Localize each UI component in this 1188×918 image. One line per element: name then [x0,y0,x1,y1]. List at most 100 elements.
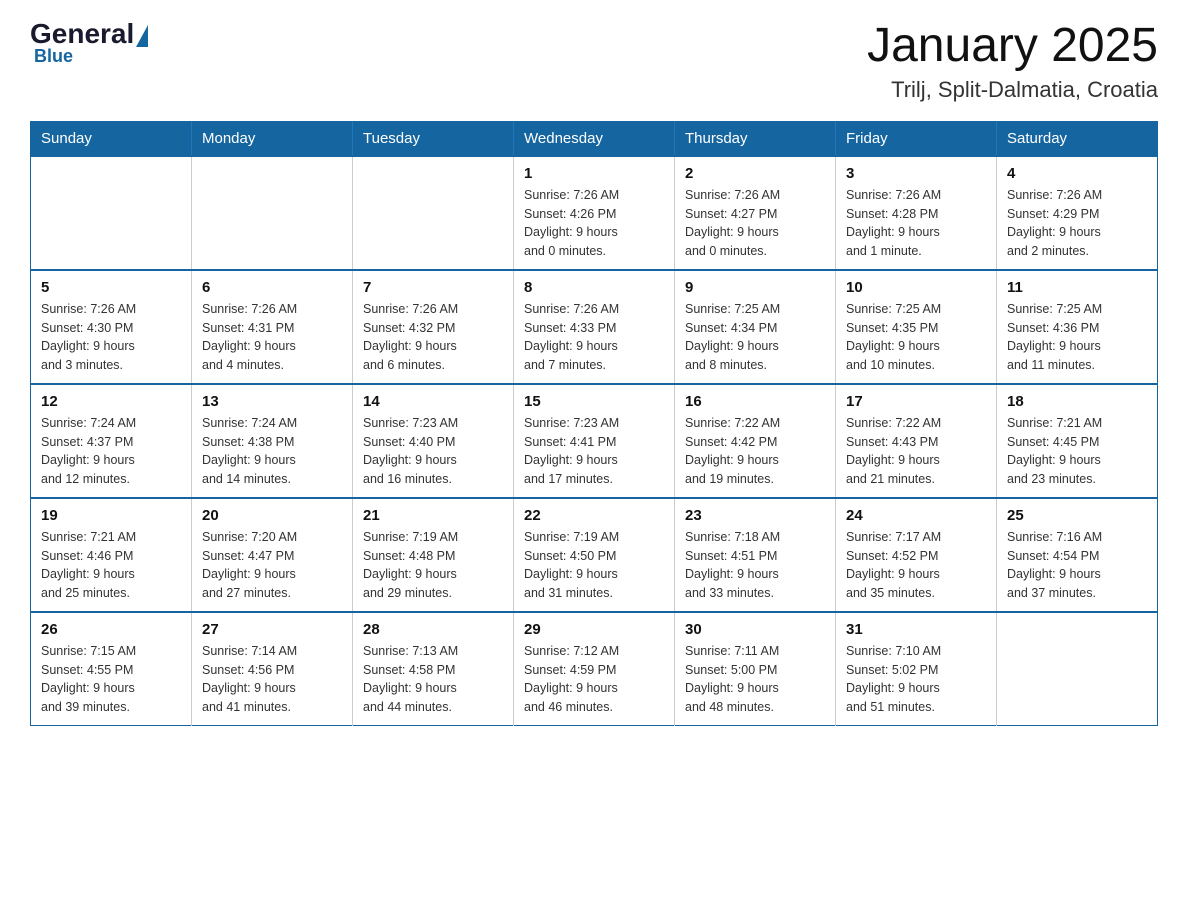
day-info: Sunrise: 7:23 AM Sunset: 4:40 PM Dayligh… [363,414,503,489]
calendar-week-row: 12 Sunrise: 7:24 AM Sunset: 4:37 PM Dayli… [31,384,1158,498]
calendar-cell: 24Sunrise: 7:17 AM Sunset: 4:52 PM Dayli… [836,498,997,612]
calendar-cell: 26Sunrise: 7:15 AM Sunset: 4:55 PM Dayli… [31,612,192,726]
day-info: Sunrise: 7:20 AM Sunset: 4:47 PM Dayligh… [202,528,342,603]
day-info: Sunrise: 7:22 AM Sunset: 4:43 PM Dayligh… [846,414,986,489]
day-info: Sunrise: 7:24 AM Sunset: 4:38 PM Dayligh… [202,414,342,489]
calendar-cell: 10Sunrise: 7:25 AM Sunset: 4:35 PM Dayli… [836,270,997,384]
day-number: 7 [363,279,503,296]
day-number: 9 [685,279,825,296]
calendar-cell [353,156,514,270]
calendar-header-row: SundayMondayTuesdayWednesdayThursdayFrid… [31,121,1158,156]
day-info: Sunrise: 7:26 AM Sunset: 4:32 PM Dayligh… [363,300,503,375]
day-number: 31 [846,621,986,638]
day-info: Sunrise: 7:11 AM Sunset: 5:00 PM Dayligh… [685,642,825,717]
calendar-week-row: 26Sunrise: 7:15 AM Sunset: 4:55 PM Dayli… [31,612,1158,726]
calendar-cell: 19 Sunrise: 7:21 AM Sunset: 4:46 PM Dayli… [31,498,192,612]
day-number: 12 [41,393,181,410]
day-info: Sunrise: 7:10 AM Sunset: 5:02 PM Dayligh… [846,642,986,717]
day-info: Sunrise: 7:24 AM Sunset: 4:37 PM Dayligh… [41,414,181,489]
calendar-cell: 31 Sunrise: 7:10 AM Sunset: 5:02 PM Dayli… [836,612,997,726]
day-info: Sunrise: 7:19 AM Sunset: 4:48 PM Dayligh… [363,528,503,603]
calendar-cell: 6Sunrise: 7:26 AM Sunset: 4:31 PM Daylig… [192,270,353,384]
location-subtitle: Trilj, Split-Dalmatia, Croatia [867,77,1158,103]
logo-blue-text: Blue [34,46,73,67]
day-number: 11 [1007,279,1147,296]
calendar-cell: 8Sunrise: 7:26 AM Sunset: 4:33 PM Daylig… [514,270,675,384]
calendar-day-header: Sunday [31,121,192,156]
calendar-cell [997,612,1158,726]
day-info: Sunrise: 7:25 AM Sunset: 4:35 PM Dayligh… [846,300,986,375]
calendar-cell: 14 Sunrise: 7:23 AM Sunset: 4:40 PM Dayli… [353,384,514,498]
calendar-table: SundayMondayTuesdayWednesdayThursdayFrid… [30,121,1158,726]
calendar-cell: 21 Sunrise: 7:19 AM Sunset: 4:48 PM Dayli… [353,498,514,612]
day-number: 13 [202,393,342,410]
day-info: Sunrise: 7:26 AM Sunset: 4:26 PM Dayligh… [524,186,664,261]
day-info: Sunrise: 7:17 AM Sunset: 4:52 PM Dayligh… [846,528,986,603]
day-info: Sunrise: 7:21 AM Sunset: 4:46 PM Dayligh… [41,528,181,603]
calendar-day-header: Thursday [675,121,836,156]
calendar-week-row: 19 Sunrise: 7:21 AM Sunset: 4:46 PM Dayli… [31,498,1158,612]
day-info: Sunrise: 7:18 AM Sunset: 4:51 PM Dayligh… [685,528,825,603]
day-number: 18 [1007,393,1147,410]
logo-general-text: General [30,20,134,48]
page-header: General Blue January 2025 Trilj, Split-D… [30,20,1158,103]
calendar-cell: 17 Sunrise: 7:22 AM Sunset: 4:43 PM Dayli… [836,384,997,498]
calendar-cell: 15 Sunrise: 7:23 AM Sunset: 4:41 PM Dayli… [514,384,675,498]
calendar-cell: 11 Sunrise: 7:25 AM Sunset: 4:36 PM Dayli… [997,270,1158,384]
day-info: Sunrise: 7:25 AM Sunset: 4:36 PM Dayligh… [1007,300,1147,375]
calendar-week-row: 1 Sunrise: 7:26 AM Sunset: 4:26 PM Daylig… [31,156,1158,270]
calendar-cell: 9Sunrise: 7:25 AM Sunset: 4:34 PM Daylig… [675,270,836,384]
day-number: 19 [41,507,181,524]
day-number: 14 [363,393,503,410]
day-number: 21 [363,507,503,524]
calendar-cell: 4Sunrise: 7:26 AM Sunset: 4:29 PM Daylig… [997,156,1158,270]
calendar-cell: 20Sunrise: 7:20 AM Sunset: 4:47 PM Dayli… [192,498,353,612]
calendar-cell: 12 Sunrise: 7:24 AM Sunset: 4:37 PM Dayli… [31,384,192,498]
day-number: 30 [685,621,825,638]
day-number: 17 [846,393,986,410]
calendar-cell: 7 Sunrise: 7:26 AM Sunset: 4:32 PM Daylig… [353,270,514,384]
day-number: 3 [846,165,986,182]
day-number: 23 [685,507,825,524]
day-info: Sunrise: 7:26 AM Sunset: 4:30 PM Dayligh… [41,300,181,375]
logo: General Blue [30,20,150,67]
day-info: Sunrise: 7:26 AM Sunset: 4:27 PM Dayligh… [685,186,825,261]
title-block: January 2025 Trilj, Split-Dalmatia, Croa… [867,20,1158,103]
calendar-cell: 3 Sunrise: 7:26 AM Sunset: 4:28 PM Daylig… [836,156,997,270]
day-info: Sunrise: 7:26 AM Sunset: 4:33 PM Dayligh… [524,300,664,375]
day-info: Sunrise: 7:21 AM Sunset: 4:45 PM Dayligh… [1007,414,1147,489]
calendar-cell [192,156,353,270]
day-info: Sunrise: 7:14 AM Sunset: 4:56 PM Dayligh… [202,642,342,717]
day-number: 25 [1007,507,1147,524]
calendar-week-row: 5 Sunrise: 7:26 AM Sunset: 4:30 PM Daylig… [31,270,1158,384]
day-info: Sunrise: 7:23 AM Sunset: 4:41 PM Dayligh… [524,414,664,489]
calendar-day-header: Friday [836,121,997,156]
day-number: 22 [524,507,664,524]
month-year-title: January 2025 [867,20,1158,73]
day-info: Sunrise: 7:22 AM Sunset: 4:42 PM Dayligh… [685,414,825,489]
day-info: Sunrise: 7:12 AM Sunset: 4:59 PM Dayligh… [524,642,664,717]
calendar-cell: 2 Sunrise: 7:26 AM Sunset: 4:27 PM Daylig… [675,156,836,270]
day-number: 5 [41,279,181,296]
calendar-cell: 27Sunrise: 7:14 AM Sunset: 4:56 PM Dayli… [192,612,353,726]
calendar-cell: 23 Sunrise: 7:18 AM Sunset: 4:51 PM Dayli… [675,498,836,612]
day-number: 2 [685,165,825,182]
day-number: 4 [1007,165,1147,182]
day-number: 15 [524,393,664,410]
day-info: Sunrise: 7:13 AM Sunset: 4:58 PM Dayligh… [363,642,503,717]
calendar-cell: 18 Sunrise: 7:21 AM Sunset: 4:45 PM Dayli… [997,384,1158,498]
calendar-day-header: Saturday [997,121,1158,156]
calendar-cell: 16 Sunrise: 7:22 AM Sunset: 4:42 PM Dayli… [675,384,836,498]
day-number: 29 [524,621,664,638]
calendar-cell [31,156,192,270]
logo-triangle-icon [136,25,148,47]
day-info: Sunrise: 7:19 AM Sunset: 4:50 PM Dayligh… [524,528,664,603]
day-number: 16 [685,393,825,410]
day-number: 28 [363,621,503,638]
day-info: Sunrise: 7:16 AM Sunset: 4:54 PM Dayligh… [1007,528,1147,603]
day-number: 1 [524,165,664,182]
day-info: Sunrise: 7:15 AM Sunset: 4:55 PM Dayligh… [41,642,181,717]
calendar-cell: 29 Sunrise: 7:12 AM Sunset: 4:59 PM Dayli… [514,612,675,726]
day-info: Sunrise: 7:26 AM Sunset: 4:28 PM Dayligh… [846,186,986,261]
calendar-cell: 5 Sunrise: 7:26 AM Sunset: 4:30 PM Daylig… [31,270,192,384]
